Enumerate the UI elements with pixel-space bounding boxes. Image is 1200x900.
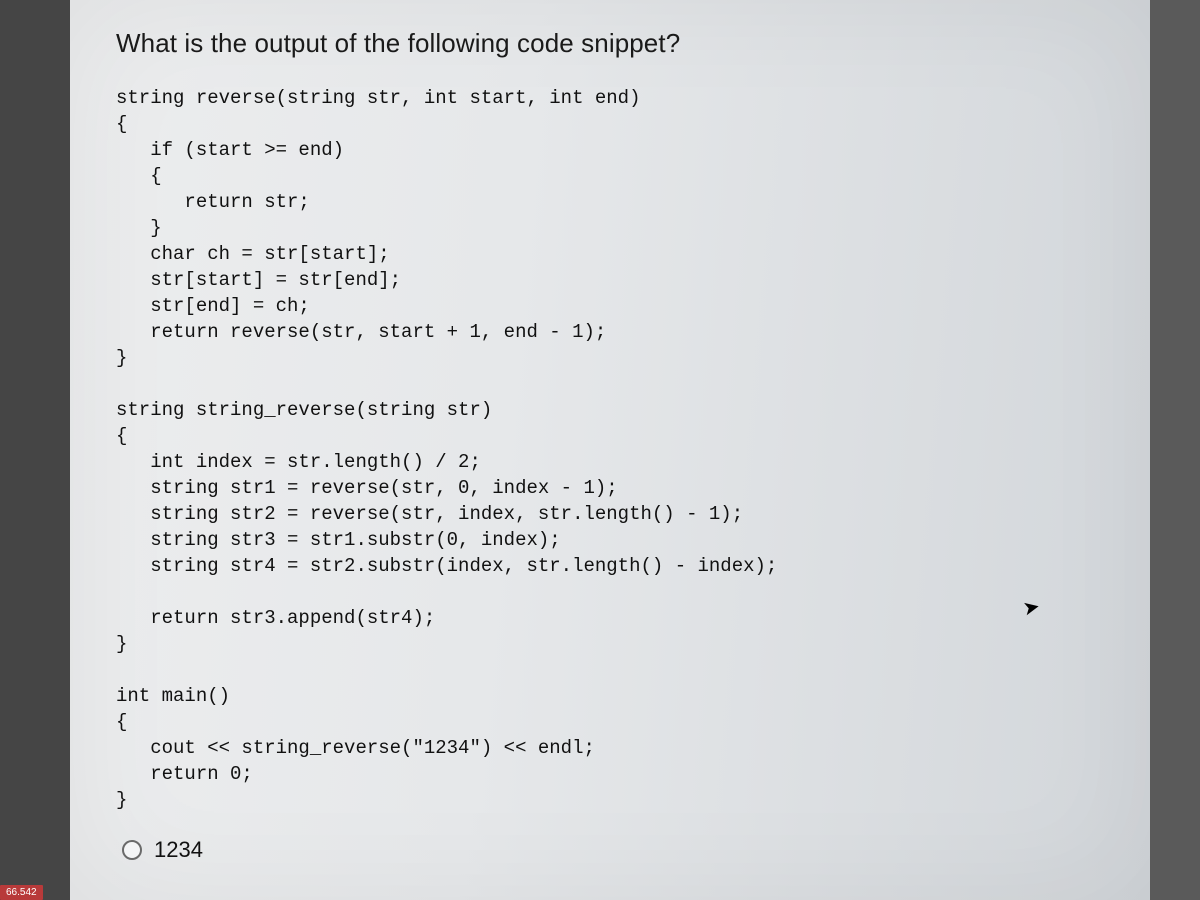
code-line: return str3.append(str4); [116,607,435,629]
code-line: { [116,425,127,447]
code-line: cout << string_reverse("1234") << endl; [116,737,595,759]
code-line: } [116,633,127,655]
code-line: return 0; [116,763,253,785]
window-chrome-left [0,0,70,900]
code-line: string str3 = str1.substr(0, index); [116,529,561,551]
code-line: } [116,217,162,239]
question-title: What is the output of the following code… [116,28,1104,59]
code-line: string str2 = reverse(str, index, str.le… [116,503,743,525]
code-line: { [116,113,127,135]
answer-option-1-label: 1234 [154,837,203,863]
code-line: } [116,789,127,811]
code-line: } [116,347,127,369]
code-line: int main() [116,685,230,707]
code-line: string str4 = str2.substr(index, str.len… [116,555,777,577]
code-line: string reverse(string str, int start, in… [116,87,641,109]
code-line: str[start] = str[end]; [116,269,401,291]
code-line: char ch = str[start]; [116,243,390,265]
code-line: return str; [116,191,310,213]
code-snippet: string reverse(string str, int start, in… [116,85,1104,813]
code-line: int index = str.length() / 2; [116,451,481,473]
quiz-page: What is the output of the following code… [70,0,1150,900]
code-line: { [116,711,127,733]
code-line: string string_reverse(string str) [116,399,492,421]
code-line: return reverse(str, start + 1, end - 1); [116,321,606,343]
bottom-left-tag: 66.542 [0,885,43,900]
radio-icon[interactable] [122,840,142,860]
code-line: { [116,165,162,187]
answer-option-1[interactable]: 1234 [122,837,1104,863]
code-line: string str1 = reverse(str, 0, index - 1)… [116,477,618,499]
code-line: str[end] = ch; [116,295,310,317]
code-line: if (start >= end) [116,139,344,161]
